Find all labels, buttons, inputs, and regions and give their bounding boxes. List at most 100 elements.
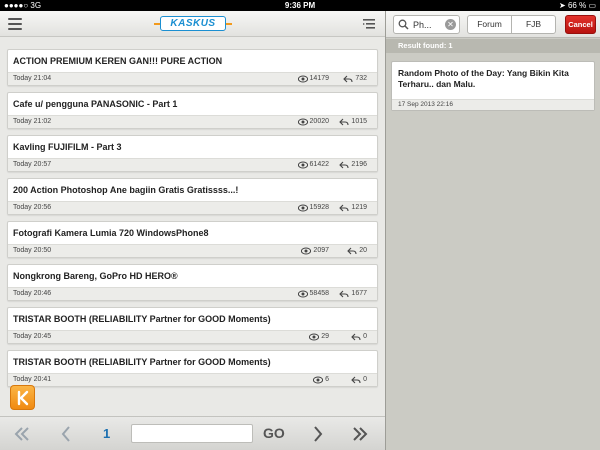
result-date: 17 Sep 2013 22:16 <box>392 99 594 110</box>
page-number-input[interactable] <box>131 424 253 443</box>
thread-replies: 0 <box>351 331 367 343</box>
reply-count: 0 <box>363 333 367 340</box>
reply-count: 1219 <box>351 204 367 211</box>
thread-title[interactable]: TRISTAR BOOTH (RELIABILITY Partner for G… <box>13 357 371 367</box>
thread-time: Today 21:04 <box>13 75 52 82</box>
thread-meta: Today 20:45 29 0 <box>8 330 377 343</box>
thread-replies: 1677 <box>339 288 367 300</box>
thread-row[interactable]: Fotografi Kamera Lumia 720 WindowsPhone8… <box>7 221 378 258</box>
thread-replies: 20 <box>347 245 367 257</box>
search-bar: Ph... ✕ Forum FJB Cancel <box>386 11 600 38</box>
kaskus-k-button[interactable] <box>10 385 35 410</box>
thread-replies: 2196 <box>339 159 367 171</box>
search-pane: Ph... ✕ Forum FJB Cancel Result found: 1… <box>385 11 600 450</box>
thread-views: 20020 <box>297 116 329 128</box>
battery-percent: 66 % <box>567 1 587 10</box>
chevron-right-icon <box>314 426 323 442</box>
thread-title[interactable]: ACTION PREMIUM KEREN GAN!!! PURE ACTION <box>13 56 371 66</box>
search-query: Ph... <box>413 20 432 30</box>
thread-row[interactable]: Cafe u/ pengguna PANASONIC - Part 1 Toda… <box>7 92 378 129</box>
clock: 9:36 PM <box>284 1 316 10</box>
last-page-button[interactable] <box>350 424 370 444</box>
thread-time: Today 21:02 <box>13 118 52 125</box>
thread-title[interactable]: TRISTAR BOOTH (RELIABILITY Partner for G… <box>13 314 371 324</box>
reply-count: 1677 <box>351 290 367 297</box>
result-count: Result found: 1 <box>386 39 600 53</box>
reply-count: 2196 <box>351 161 367 168</box>
reply-icon <box>351 376 361 384</box>
kaskus-k-icon <box>17 390 28 405</box>
reply-count: 1015 <box>351 118 367 125</box>
thread-meta: Today 20:56 15928 1219 <box>8 201 377 214</box>
menu-icon[interactable] <box>7 16 23 32</box>
thread-meta: Today 21:04 14179 732 <box>8 72 377 85</box>
reply-icon <box>339 161 349 169</box>
thread-time: Today 20:57 <box>13 161 52 168</box>
thread-views: 2097 <box>301 245 329 257</box>
search-input[interactable]: Ph... ✕ <box>393 15 460 34</box>
thread-views: 61422 <box>297 159 329 171</box>
prev-page-button[interactable] <box>56 424 76 444</box>
thread-row[interactable]: 200 Action Photoshop Ane bagiin Gratis G… <box>7 178 378 215</box>
thread-meta: Today 20:57 61422 2196 <box>8 158 377 171</box>
go-button[interactable]: GO <box>263 425 285 441</box>
thread-row[interactable]: TRISTAR BOOTH (RELIABILITY Partner for G… <box>7 307 378 344</box>
clear-icon[interactable]: ✕ <box>445 19 456 30</box>
thread-row[interactable]: Kavling FUJIFILM - Part 3 Today 20:57 61… <box>7 135 378 172</box>
search-scope-segmented: Forum FJB <box>467 15 556 34</box>
view-count: 2097 <box>313 247 329 254</box>
thread-title[interactable]: Fotografi Kamera Lumia 720 WindowsPhone8 <box>13 228 371 238</box>
reply-count: 20 <box>359 247 367 254</box>
search-icon <box>398 19 409 30</box>
eye-icon <box>297 118 308 126</box>
eye-icon <box>301 247 312 255</box>
double-chevron-right-icon <box>353 427 368 441</box>
view-count: 61422 <box>309 161 329 168</box>
thread-title[interactable]: Kavling FUJIFILM - Part 3 <box>13 142 371 152</box>
reply-icon <box>351 333 361 341</box>
thread-row[interactable]: Nongkrong Bareng, GoPro HD HERO® Today 2… <box>7 264 378 301</box>
eye-icon <box>297 75 308 83</box>
view-count: 15928 <box>309 204 329 211</box>
tab-fjb[interactable]: FJB <box>511 16 555 33</box>
thread-time: Today 20:50 <box>13 247 52 254</box>
eye-icon <box>309 333 320 341</box>
thread-replies: 1015 <box>339 116 367 128</box>
thread-views: 6 <box>313 374 329 386</box>
thread-views: 14179 <box>297 73 329 85</box>
thread-views: 15928 <box>297 202 329 214</box>
reply-count: 0 <box>363 376 367 383</box>
cancel-button[interactable]: Cancel <box>565 15 596 34</box>
chevron-left-icon <box>61 426 70 442</box>
double-chevron-left-icon <box>14 427 29 441</box>
battery-indicator: ➤ 66 % ▭ <box>559 1 596 10</box>
thread-title[interactable]: 200 Action Photoshop Ane bagiin Gratis G… <box>13 185 371 195</box>
thread-title[interactable]: Nongkrong Bareng, GoPro HD HERO® <box>13 271 371 281</box>
filter-list-icon[interactable] <box>361 16 377 32</box>
thread-time: Today 20:46 <box>13 290 52 297</box>
pagination-bar: 1 GO <box>0 416 385 450</box>
view-count: 58458 <box>309 290 329 297</box>
eye-icon <box>297 204 308 212</box>
reply-icon <box>343 75 353 83</box>
logo-text: KASKUS <box>170 18 216 29</box>
thread-title[interactable]: Cafe u/ pengguna PANASONIC - Part 1 <box>13 99 371 109</box>
thread-meta: Today 20:46 58458 1677 <box>8 287 377 300</box>
tab-forum[interactable]: Forum <box>468 16 511 33</box>
reply-icon <box>347 247 357 255</box>
thread-list-pane: KASKUS ACTION PREMIUM KEREN GAN!!! PURE … <box>0 11 385 450</box>
thread-replies: 1219 <box>339 202 367 214</box>
view-count: 6 <box>325 376 329 383</box>
eye-icon <box>297 161 308 169</box>
next-page-button[interactable] <box>308 424 328 444</box>
result-title[interactable]: Random Photo of the Day: Yang Bikin Kita… <box>398 68 588 90</box>
thread-row[interactable]: ACTION PREMIUM KEREN GAN!!! PURE ACTION … <box>7 49 378 86</box>
first-page-button[interactable] <box>12 424 32 444</box>
kaskus-logo[interactable]: KASKUS <box>154 16 232 31</box>
top-bar: KASKUS <box>0 11 385 37</box>
thread-row[interactable]: TRISTAR BOOTH (RELIABILITY Partner for G… <box>7 350 378 387</box>
thread-views: 29 <box>309 331 329 343</box>
thread-meta: Today 20:50 2097 20 <box>8 244 377 257</box>
search-result-item[interactable]: Random Photo of the Day: Yang Bikin Kita… <box>391 61 595 111</box>
view-count: 20020 <box>309 118 329 125</box>
